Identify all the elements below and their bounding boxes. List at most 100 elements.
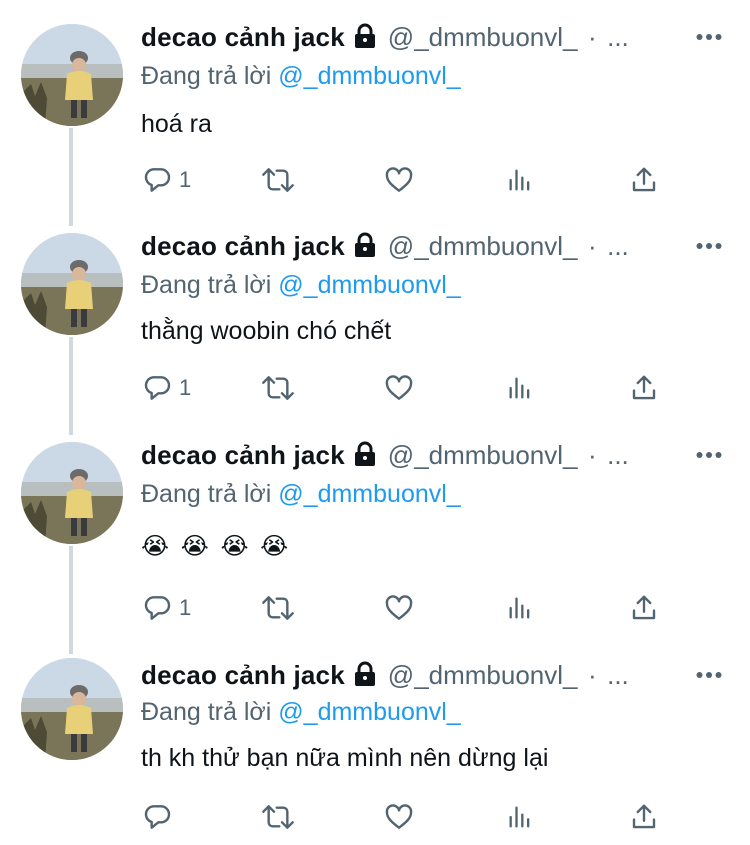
retweet-button[interactable] [260,370,296,406]
heart-icon [385,167,413,192]
replying-prefix: Đang trả lời [141,698,272,726]
share-button[interactable] [629,162,659,198]
avatar-image [21,233,123,335]
share-button[interactable] [629,799,659,835]
heart-icon [385,375,413,400]
tweet[interactable]: decao cảnh jack @_dmmbuonvl_ · ... Đang … [0,440,750,650]
share-icon [632,804,656,829]
tweet-header: decao cảnh jack @_dmmbuonvl_ · ... [141,660,750,700]
like-button[interactable] [383,162,415,198]
truncated-timestamp: ... [607,231,629,261]
avatar[interactable] [21,233,123,335]
more-horizontal-icon[interactable] [696,237,722,255]
retweet-icon [262,805,294,829]
separator-dot: · [587,231,597,261]
reply-button[interactable]: 1 [141,162,191,198]
share-icon [632,595,656,620]
replying-to-mention[interactable]: @_dmmbuonvl_ [278,62,460,90]
share-button[interactable] [629,590,659,626]
views-button[interactable] [506,799,534,835]
replying-to-mention[interactable]: @_dmmbuonvl_ [278,480,460,508]
retweet-icon [262,168,294,192]
share-icon [632,375,656,400]
views-button[interactable] [506,590,534,626]
tweet-actions: 1 [141,162,681,198]
views-button[interactable] [506,370,534,406]
tweet[interactable]: decao cảnh jack @_dmmbuonvl_ · ... Đang … [0,658,750,845]
handle[interactable]: @_dmmbuonvl_ [388,660,578,690]
display-name[interactable]: decao cảnh jack [141,231,345,261]
replying-to: Đang trả lời @_dmmbuonvl_ [141,271,461,300]
truncated-timestamp: ... [607,22,629,52]
retweet-button[interactable] [260,799,296,835]
heart-icon [385,804,413,829]
avatar[interactable] [21,442,123,544]
separator-dot: · [587,660,597,690]
handle[interactable]: @_dmmbuonvl_ [388,440,578,470]
crying-face-emoji: 😭 [220,533,249,560]
replying-to-mention[interactable]: @_dmmbuonvl_ [278,271,460,299]
more-horizontal-icon[interactable] [696,446,722,464]
reply-count: 1 [179,167,192,192]
like-button[interactable] [383,370,415,406]
replying-to: Đang trả lời @_dmmbuonvl_ [141,62,461,91]
replying-prefix: Đang trả lời [141,480,272,508]
replying-prefix: Đang trả lời [141,271,272,299]
display-name[interactable]: decao cảnh jack [141,660,345,690]
display-name[interactable]: decao cảnh jack [141,440,345,470]
tweet-actions: 1 [141,370,681,406]
separator-dot: · [587,440,597,470]
views-icon [509,806,530,828]
truncated-timestamp: ... [607,440,629,470]
like-button[interactable] [383,590,415,626]
views-button[interactable] [506,162,534,198]
tweet-text: thằng woobin chó chết [141,317,392,345]
avatar[interactable] [21,24,123,126]
lock-icon [353,441,377,472]
tweet[interactable]: decao cảnh jack @_dmmbuonvl_ · ... Đang … [0,231,750,431]
replying-prefix: Đang trả lời [141,62,272,90]
crying-face-emoji: 😭 [260,533,289,560]
replying-to-mention[interactable]: @_dmmbuonvl_ [278,698,460,726]
tweet-header: decao cảnh jack @_dmmbuonvl_ · ... [141,22,750,62]
crying-face-emoji: 😭 [141,533,170,560]
retweet-button[interactable] [260,162,296,198]
more-horizontal-icon[interactable] [696,666,722,684]
heart-icon [385,595,413,620]
retweet-icon [262,376,294,400]
views-icon [509,597,530,619]
reply-icon [144,805,171,829]
reply-icon [144,596,171,620]
reply-icon [144,168,171,192]
avatar-image [21,442,123,544]
reply-icon [144,376,171,400]
tweet-text: hoá ra [141,110,212,138]
tweet[interactable]: decao cảnh jack @_dmmbuonvl_ · ... Đang … [0,22,750,222]
retweet-button[interactable] [260,590,296,626]
reply-count: 1 [179,595,192,620]
lock-icon [353,232,377,263]
tweet-header: decao cảnh jack @_dmmbuonvl_ · ... [141,440,750,480]
lock-icon [353,661,377,692]
share-button[interactable] [629,370,659,406]
replying-to: Đang trả lời @_dmmbuonvl_ [141,698,461,727]
avatar[interactable] [21,658,123,760]
share-icon [632,167,656,192]
display-name[interactable]: decao cảnh jack [141,22,345,52]
separator-dot: · [587,22,597,52]
handle[interactable]: @_dmmbuonvl_ [388,231,578,261]
truncated-timestamp: ... [607,660,629,690]
more-horizontal-icon[interactable] [696,28,722,46]
handle[interactable]: @_dmmbuonvl_ [388,22,578,52]
avatar-image [21,658,123,760]
views-icon [509,169,530,191]
tweet-header: decao cảnh jack @_dmmbuonvl_ · ... [141,231,750,271]
reply-button[interactable]: 1 [141,590,191,626]
tweet-text: 😭 😭 😭 😭 [141,532,293,561]
tweet-actions: 1 [141,590,681,626]
tweet-actions [141,799,681,835]
reply-button[interactable]: 1 [141,370,191,406]
reply-button[interactable] [141,799,179,835]
like-button[interactable] [383,799,415,835]
crying-face-emoji: 😭 [180,533,209,560]
